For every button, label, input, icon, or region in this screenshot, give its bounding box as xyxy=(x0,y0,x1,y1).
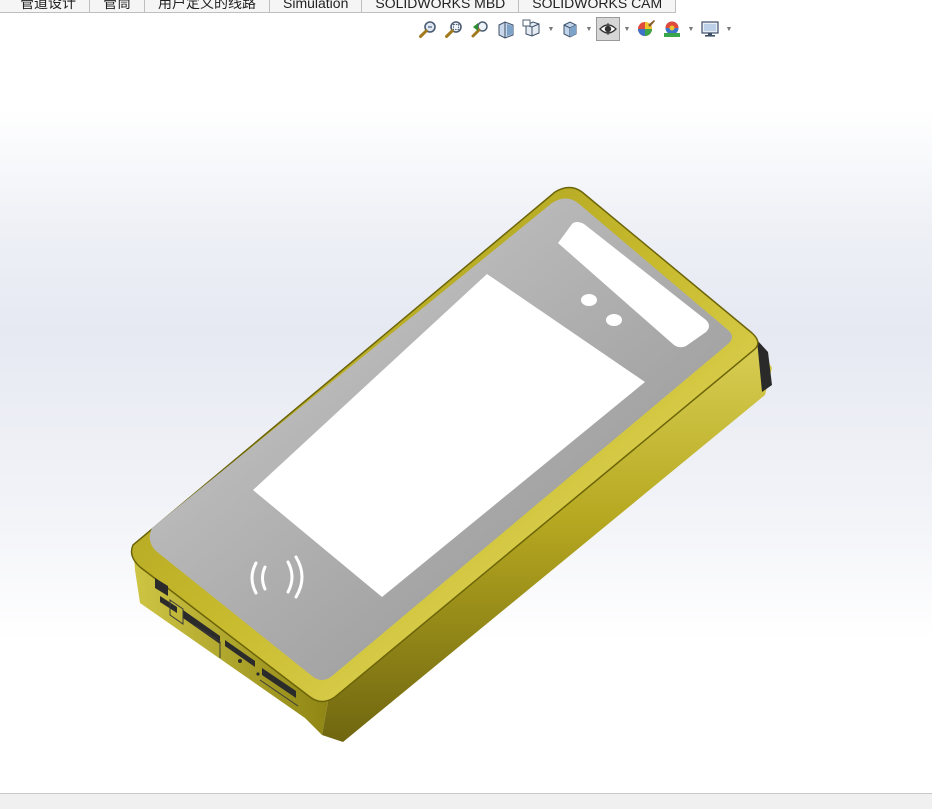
view-settings-icon[interactable] xyxy=(698,17,722,41)
view-settings-dropdown[interactable]: ▼ xyxy=(724,17,734,41)
view-orientation-icon[interactable] xyxy=(520,17,544,41)
edit-appearance-icon[interactable] xyxy=(634,17,658,41)
tab-solidworks-mbd[interactable]: SOLIDWORKS MBD xyxy=(362,0,520,13)
heads-up-view-toolbar: ▼ ▼ ▼ ▼ ▼ xyxy=(416,17,734,41)
apply-scene-dropdown[interactable]: ▼ xyxy=(686,17,696,41)
device-model xyxy=(130,186,772,742)
command-manager-tabs: 管道设计 管筒 用户定义的线路 Simulation SOLIDWORKS MB… xyxy=(0,0,700,13)
apply-scene-icon[interactable] xyxy=(660,17,684,41)
display-style-icon[interactable] xyxy=(558,17,582,41)
camera-lens-icon xyxy=(581,294,597,306)
view-orientation-dropdown[interactable]: ▼ xyxy=(546,17,556,41)
tab-piping[interactable]: 管道设计 xyxy=(0,0,90,13)
hide-show-items-icon[interactable] xyxy=(596,17,620,41)
ir-lens-icon xyxy=(606,314,622,326)
section-view-icon[interactable] xyxy=(494,17,518,41)
status-bar xyxy=(0,793,932,809)
zoom-to-area-icon[interactable] xyxy=(442,17,466,41)
graphics-area[interactable] xyxy=(0,44,932,792)
tab-simulation[interactable]: Simulation xyxy=(270,0,363,13)
tab-solidworks-cam[interactable]: SOLIDWORKS CAM xyxy=(519,0,677,13)
zoom-to-fit-icon[interactable] xyxy=(416,17,440,41)
previous-view-icon[interactable] xyxy=(468,17,492,41)
hide-show-items-dropdown[interactable]: ▼ xyxy=(622,17,632,41)
tab-user-defined-routing[interactable]: 用户定义的线路 xyxy=(145,0,270,13)
display-style-dropdown[interactable]: ▼ xyxy=(584,17,594,41)
tab-tubing[interactable]: 管筒 xyxy=(90,0,145,13)
